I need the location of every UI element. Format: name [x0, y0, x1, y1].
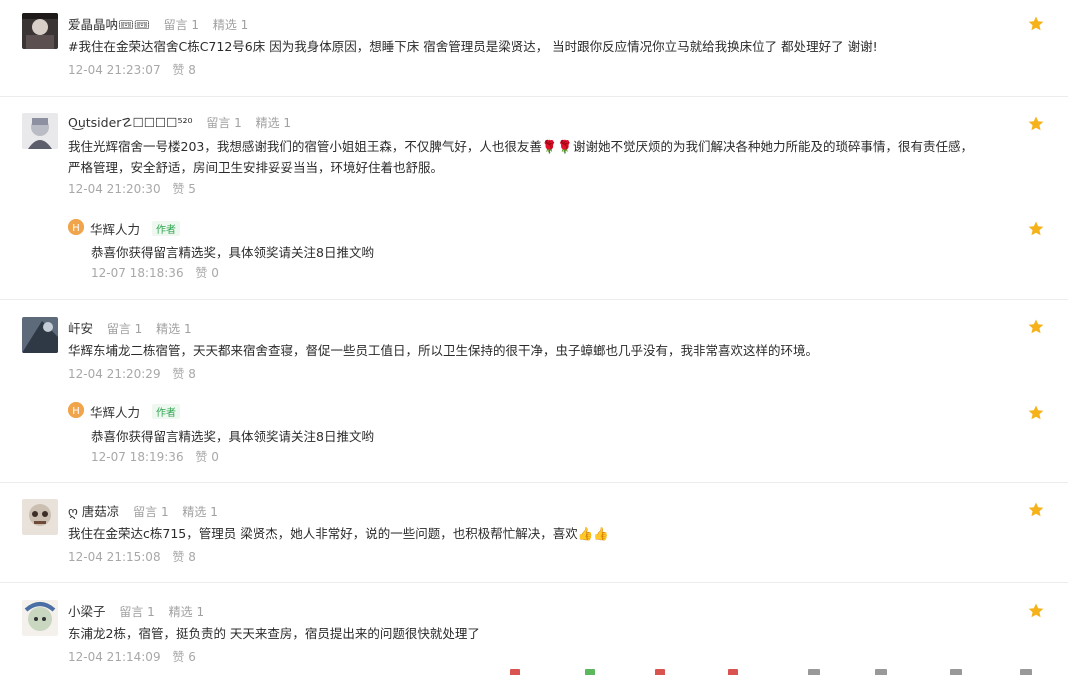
star-icon[interactable] — [1027, 501, 1045, 519]
comment-time: 12-04 21:14:09 — [68, 650, 161, 664]
reply-time: 12-07 18:19:36 — [91, 450, 184, 464]
reply-time-row: 12-07 18:19:36 赞 0 — [91, 448, 227, 465]
comment-time: 12-04 21:23:07 — [68, 63, 161, 77]
like-count[interactable]: 赞 8 — [172, 550, 195, 564]
avatar[interactable] — [22, 600, 58, 636]
reply-author-name: 华辉人力 — [90, 405, 141, 420]
comment-item: 屽安 留言 1 精选 1 华辉东埔龙二栋宿管，天天都来宿舍查寝，督促一些员工值日… — [0, 300, 1080, 482]
toolbar-icon[interactable] — [875, 669, 887, 675]
reply-text: 恭喜你获得留言精选奖，具体领奖请关注8日推文哟 — [91, 245, 374, 260]
featured-count-tag: 精选 1 — [255, 116, 292, 130]
comment-item: ღ 唐菇凉 留言 1 精选 1 我住在金荣达c栋715，管理员 梁贤杰，她人非常… — [0, 483, 1080, 582]
star-icon[interactable] — [1027, 220, 1045, 238]
comment-meta: ღ 唐菇凉 留言 1 精选 1 — [68, 501, 228, 520]
reply-count-tag: 留言 1 — [133, 505, 169, 519]
like-count[interactable]: 赞 8 — [172, 63, 195, 77]
svg-text:H: H — [72, 223, 80, 234]
reply-count-tag: 留言 1 — [206, 116, 242, 130]
comment-time: 12-04 21:20:30 — [68, 182, 161, 196]
toolbar-icon[interactable] — [728, 669, 738, 675]
like-count[interactable]: 赞 8 — [172, 367, 195, 381]
reply-count-tag: 留言 1 — [119, 605, 155, 619]
nickname: 爱晶晶呐🎟🎟 — [68, 17, 150, 32]
comment-meta: O͜utsider☡☐☐☐☐⁵²⁰ 留言 1 精选 1 — [68, 114, 301, 131]
toolbar-icon[interactable] — [510, 669, 520, 675]
reply-text: 恭喜你获得留言精选奖，具体领奖请关注8日推文哟 — [91, 429, 374, 444]
comment-item: 爱晶晶呐🎟🎟 留言 1 精选 1 #我住在金荣达宿舍C栋C712号6床 因为我身… — [0, 0, 1080, 96]
avatar[interactable] — [22, 13, 58, 49]
nickname: 小梁子 — [68, 604, 106, 619]
author-badge: 作者 — [152, 221, 180, 236]
reply-count-tag: 留言 1 — [106, 322, 143, 336]
comment-meta: 屽安 留言 1 精选 1 — [68, 318, 202, 337]
comment-item: 小梁子 留言 1 精选 1 东浦龙2栋，宿管，挺负责的 天天来查房，宿员提出来的… — [0, 583, 1080, 665]
like-count[interactable]: 赞 0 — [195, 450, 218, 464]
comment-time: 12-04 21:15:08 — [68, 550, 161, 564]
toolbar-icon[interactable] — [950, 669, 962, 675]
toolbar-icon[interactable] — [1020, 669, 1032, 675]
nickname: ღ 唐菇凉 — [68, 504, 120, 519]
svg-text:H: H — [72, 406, 80, 417]
bottom-toolbar — [0, 665, 1080, 675]
star-icon[interactable] — [1027, 15, 1045, 33]
toolbar-icon[interactable] — [585, 669, 595, 675]
comment-time-row: 12-04 21:15:08 赞 8 — [68, 548, 204, 565]
toolbar-icon[interactable] — [808, 669, 820, 675]
nickname: O͜utsider☡☐☐☐☐⁵²⁰ — [68, 115, 193, 130]
avatar[interactable] — [22, 113, 58, 149]
comment-time-row: 12-04 21:20:29 赞 8 — [68, 365, 204, 382]
reply-count-tag: 留言 1 — [163, 18, 200, 32]
comment-time-row: 12-04 21:23:07 赞 8 — [68, 61, 204, 78]
comment-time-row: 12-04 21:14:09 赞 6 — [68, 648, 204, 665]
featured-count-tag: 精选 1 — [212, 18, 249, 32]
star-icon[interactable] — [1027, 602, 1045, 620]
featured-count-tag: 精选 1 — [182, 505, 218, 519]
nickname: 屽安 — [68, 321, 94, 336]
brand-logo-icon: H — [68, 402, 84, 418]
comment-text: 东浦龙2栋，宿管，挺负责的 天天来查房，宿员提出来的问题很快就处理了 — [68, 626, 480, 641]
comment-text: 华辉东埔龙二栋宿管，天天都来宿舍查寝，督促一些员工值日，所以卫生保持的很干净，虫… — [68, 343, 819, 358]
like-count[interactable]: 赞 0 — [195, 266, 218, 280]
featured-count-tag: 精选 1 — [156, 322, 192, 336]
star-icon[interactable] — [1027, 318, 1045, 336]
reply-time: 12-07 18:18:36 — [91, 266, 184, 280]
toolbar-icon[interactable] — [655, 669, 665, 675]
featured-count-tag: 精选 1 — [168, 605, 205, 619]
star-icon[interactable] — [1027, 404, 1045, 422]
comment-meta: 小梁子 留言 1 精选 1 — [68, 601, 214, 620]
author-badge: 作者 — [152, 404, 180, 419]
comment-text: #我住在金荣达宿舍C栋C712号6床 因为我身体原因，想睡下床 宿舍管理员是梁贤… — [68, 39, 878, 54]
avatar[interactable] — [22, 499, 58, 535]
comment-meta: 爱晶晶呐🎟🎟 留言 1 精选 1 — [68, 14, 258, 33]
star-icon[interactable] — [1027, 115, 1045, 133]
comment-item: O͜utsider☡☐☐☐☐⁵²⁰ 留言 1 精选 1 我住光辉宿舍一号楼203… — [0, 97, 1080, 299]
like-count[interactable]: 赞 5 — [172, 182, 195, 196]
avatar[interactable] — [22, 317, 58, 353]
comment-text: 我住在金荣达c栋715，管理员 梁贤杰，她人非常好，说的一些问题，也积极帮忙解决… — [68, 526, 609, 541]
comment-text: 我住光辉宿舍一号楼203，我想感谢我们的宿管小姐姐王森，不仅脾气好，人也很友善🌹… — [68, 139, 973, 175]
brand-logo-icon: H — [68, 219, 84, 235]
reply-author-name: 华辉人力 — [90, 222, 141, 237]
like-count[interactable]: 赞 6 — [172, 650, 195, 664]
comment-time-row: 12-04 21:20:30 赞 5 — [68, 180, 204, 197]
reply-time-row: 12-07 18:18:36 赞 0 — [91, 264, 227, 281]
comment-time: 12-04 21:20:29 — [68, 367, 161, 381]
